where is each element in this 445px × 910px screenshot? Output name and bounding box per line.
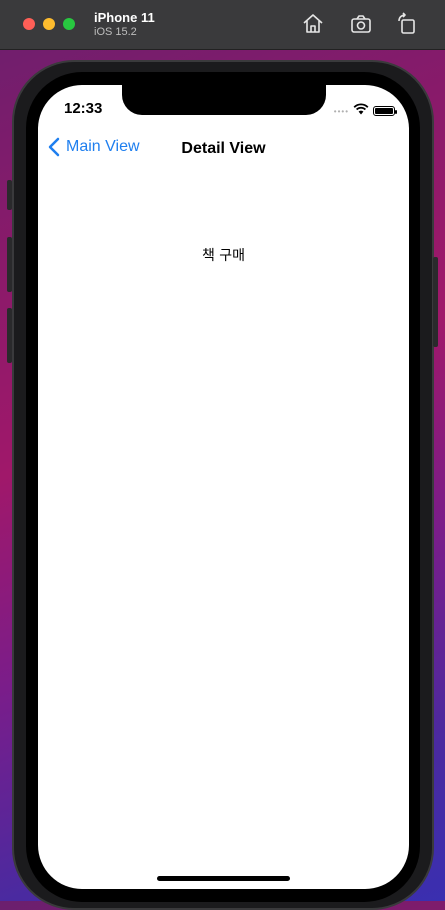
device-name: iPhone 11 <box>94 10 155 25</box>
minimize-window-button[interactable] <box>43 18 55 30</box>
rotate-icon[interactable] <box>395 12 419 36</box>
navigation-bar: Main View Detail View <box>38 135 409 163</box>
side-button <box>433 257 438 347</box>
battery-icon <box>373 106 397 116</box>
wifi-icon <box>353 102 369 120</box>
page-title: Detail View <box>181 140 266 157</box>
volume-down-button <box>7 308 12 363</box>
notch <box>122 85 326 115</box>
volume-up-button <box>7 237 12 292</box>
status-indicators: •••• <box>333 102 397 120</box>
content-text: 책 구매 <box>201 248 246 264</box>
close-window-button[interactable] <box>23 18 35 30</box>
simulator-titlebar: iPhone 11 iOS 15.2 <box>0 0 445 50</box>
zoom-window-button[interactable] <box>63 18 75 30</box>
status-time: 12:33 <box>64 100 103 117</box>
mute-switch <box>7 180 12 210</box>
cellular-signal-icon: •••• <box>333 106 349 116</box>
device-os-version: iOS 15.2 <box>94 26 137 38</box>
home-indicator[interactable] <box>157 876 290 881</box>
screenshot-icon[interactable] <box>349 12 373 36</box>
phone-screen: 12:33 •••• Main View Detail View 책 구매 <box>38 85 409 889</box>
home-icon[interactable] <box>301 12 325 36</box>
